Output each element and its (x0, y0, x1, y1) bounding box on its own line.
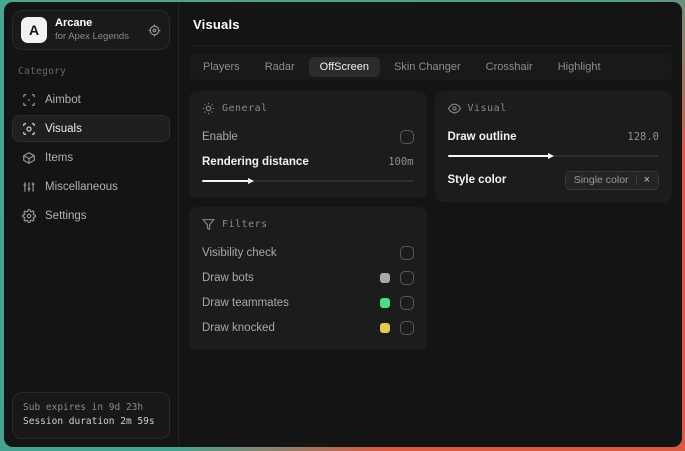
category-label: Category (18, 66, 67, 77)
app-window: A Arcane for Apex Legends Category Aimbo… (4, 2, 682, 447)
tab-radar[interactable]: Radar (254, 57, 306, 77)
main-header: Visuals (189, 2, 672, 46)
draw-knocked-checkbox[interactable] (399, 321, 414, 335)
rendering-distance-slider[interactable] (202, 175, 414, 187)
tab-crosshair[interactable]: Crosshair (475, 57, 544, 77)
logo-card: A Arcane for Apex Legends (12, 10, 170, 50)
general-panel: General Enable Rendering distance 100m (189, 91, 427, 198)
page-title: Visuals (193, 17, 240, 32)
tab-players[interactable]: Players (192, 57, 251, 77)
enable-checkbox[interactable] (399, 130, 414, 144)
app-name: Arcane (55, 17, 93, 30)
sidebar-item-label: Miscellaneous (45, 180, 118, 193)
tab-highlight[interactable]: Highlight (547, 57, 612, 77)
sidebar-item-label: Visuals (45, 122, 82, 135)
sidebar-item-visuals[interactable]: Visuals (12, 115, 170, 142)
draw-teammates-label: Draw teammates (202, 297, 289, 309)
sidebar-item-settings[interactable]: Settings (12, 202, 170, 229)
scan-eye-icon (22, 122, 36, 136)
sidebar: A Arcane for Apex Legends Category Aimbo… (4, 2, 179, 447)
session-duration-text: Session duration 2m 59s (23, 416, 155, 428)
package-icon (22, 151, 36, 165)
rendering-distance-value: 100m (388, 156, 414, 168)
sidebar-item-aimbot[interactable]: Aimbot (12, 86, 170, 113)
style-color-select[interactable]: Single color × (564, 170, 659, 190)
draw-knocked-label: Draw knocked (202, 322, 275, 334)
sidebar-item-label: Aimbot (45, 93, 81, 106)
visibility-check-checkbox[interactable] (399, 246, 414, 260)
sliders-icon (22, 180, 36, 194)
eye-icon (447, 102, 461, 115)
visual-panel: Visual Draw outline 128.0 Style color Si… (434, 91, 672, 202)
rendering-distance-label: Rendering distance (202, 156, 309, 168)
draw-bots-checkbox[interactable] (399, 271, 414, 285)
panel-title: General (222, 103, 268, 114)
filters-panel: Filters Visibility check Draw bots Draw … (189, 207, 427, 350)
panel-title: Filters (222, 219, 268, 230)
draw-outline-slider[interactable] (447, 150, 659, 162)
crosshair-icon (22, 93, 36, 107)
app-logo: A (21, 17, 47, 43)
draw-teammates-checkbox[interactable] (399, 296, 414, 310)
draw-knocked-color-swatch[interactable] (379, 323, 390, 333)
style-color-selected-value: Single color (573, 174, 629, 186)
sidebar-item-miscellaneous[interactable]: Miscellaneous (12, 173, 170, 200)
main-content: Visuals Players Radar OffScreen Skin Cha… (179, 2, 682, 447)
subscription-info: Sub expires in 9d 23h Session duration 2… (12, 391, 170, 439)
sidebar-item-label: Settings (45, 209, 87, 222)
style-color-label: Style color (447, 174, 507, 186)
visibility-check-label: Visibility check (202, 247, 277, 259)
sub-expires-text: Sub expires in 9d 23h (23, 401, 144, 413)
enable-label: Enable (202, 131, 238, 143)
funnel-icon (202, 218, 215, 231)
tab-skin-changer[interactable]: Skin Changer (383, 57, 472, 77)
tab-offscreen[interactable]: OffScreen (308, 57, 380, 77)
sidebar-item-items[interactable]: Items (12, 144, 170, 171)
tab-bar: Players Radar OffScreen Skin Changer Cro… (189, 54, 672, 80)
app-subtitle: for Apex Legends (55, 30, 129, 42)
draw-outline-label: Draw outline (447, 131, 517, 143)
gear-icon (22, 208, 36, 223)
sidebar-item-label: Items (45, 151, 74, 164)
clear-icon[interactable]: × (644, 174, 650, 186)
panel-title: Visual (467, 103, 507, 114)
target-icon[interactable] (148, 24, 161, 37)
app-title-block: Arcane for Apex Legends (55, 17, 140, 43)
draw-outline-value: 128.0 (627, 131, 659, 143)
draw-teammates-color-swatch[interactable] (379, 298, 390, 308)
draw-bots-color-swatch[interactable] (379, 273, 390, 283)
draw-bots-label: Draw bots (202, 272, 254, 284)
sun-icon (202, 102, 215, 115)
